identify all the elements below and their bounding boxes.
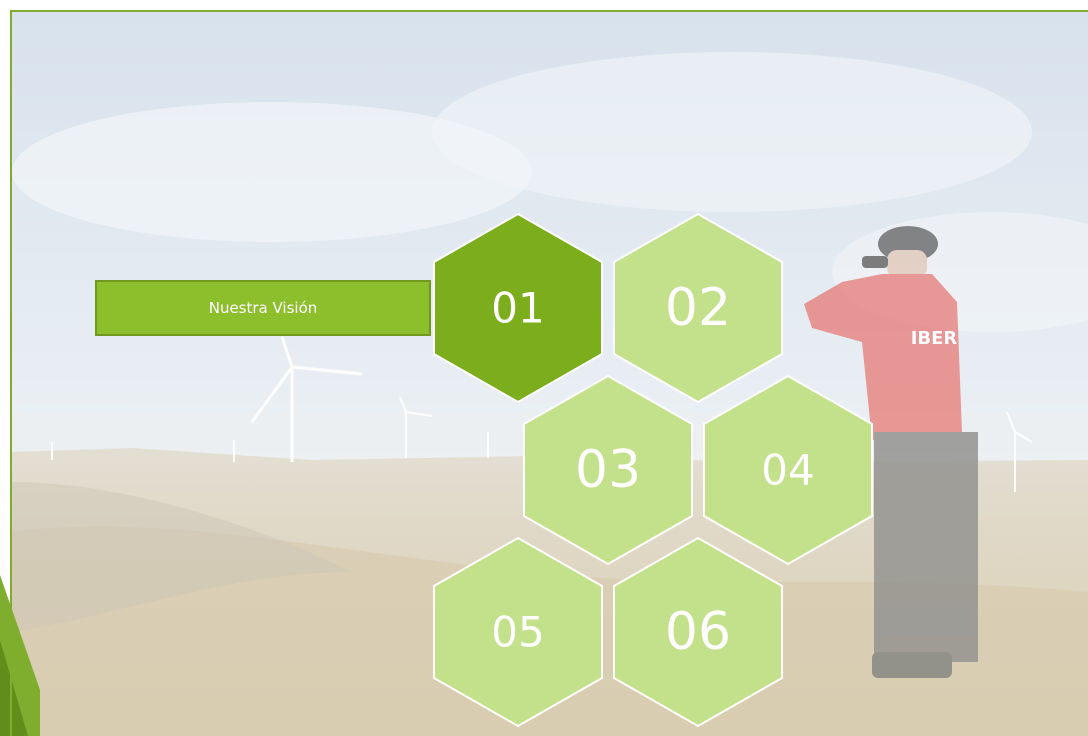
hexagon-03-label: 03 [575, 440, 641, 500]
hexagon-01-label: 01 [491, 284, 544, 333]
hexagon-02-label: 02 [665, 278, 731, 338]
hexagon-05-label: 05 [491, 608, 544, 657]
hexagon-menu: 01 02 03 04 05 06 [433, 212, 873, 728]
hexagon-05[interactable]: 05 [433, 536, 603, 728]
hexagon-01[interactable]: 01 [433, 212, 603, 404]
hexagon-03[interactable]: 03 [523, 374, 693, 566]
hexagon-06-label: 06 [665, 602, 731, 662]
presentation-slide: IBER Nuestra Visión 01 02 03 04 05 06 [0, 0, 1088, 736]
hexagon-02[interactable]: 02 [613, 212, 783, 404]
hexagon-06[interactable]: 06 [613, 536, 783, 728]
hexagon-04[interactable]: 04 [703, 374, 873, 566]
hexagon-04-label: 04 [761, 446, 814, 495]
